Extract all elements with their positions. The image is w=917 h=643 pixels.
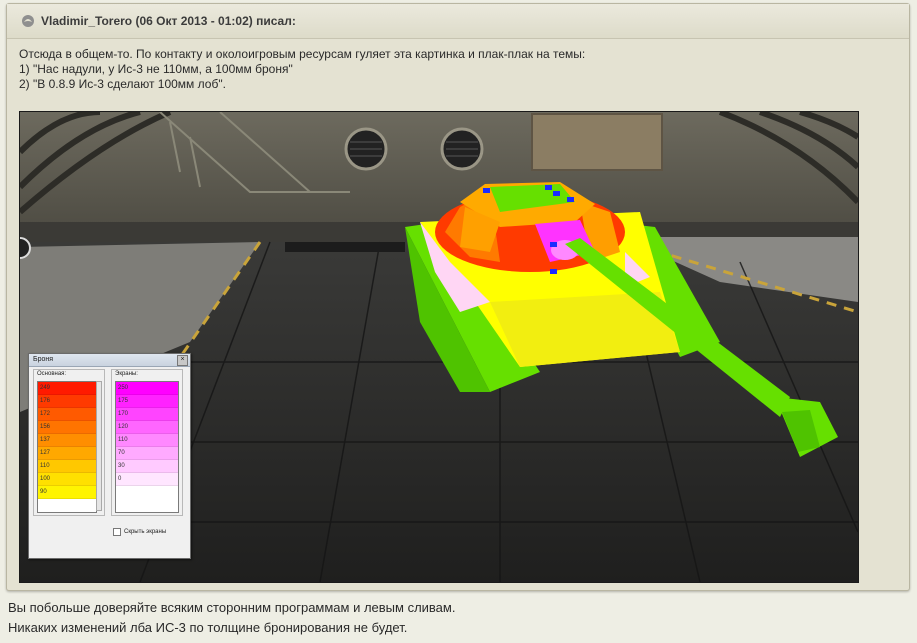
- reply-line: Никаких изменений лба ИС-3 по толщине бр…: [8, 620, 408, 635]
- main-armor-row[interactable]: 172: [38, 408, 96, 421]
- screen-armor-list[interactable]: 250 175 170 120 110 70 30 0: [115, 381, 179, 513]
- quote-icon: [22, 15, 34, 27]
- tank-armor-screenshot: Броня × Основная: 249 176 172 156 137 127 110 1…: [19, 111, 859, 583]
- quote-line: Отсюда в общем-то. По контакту и околоиг…: [19, 47, 586, 61]
- main-armor-row[interactable]: 110: [38, 460, 96, 473]
- screen-armor-row[interactable]: 70: [116, 447, 178, 460]
- quote-header: Vladimir_Torero (06 Окт 2013 - 01:02) пи…: [7, 4, 909, 39]
- quote-author[interactable]: Vladimir_Torero (06 Окт 2013 - 01:02) пи…: [41, 14, 296, 28]
- armor-window: Броня × Основная: 249 176 172 156 137 127 110 1…: [28, 353, 191, 559]
- hide-screens-label: Скрыть экраны: [124, 529, 167, 535]
- screen-armor-row[interactable]: 110: [116, 434, 178, 447]
- main-armor-row[interactable]: 156: [38, 421, 96, 434]
- main-armor-row[interactable]: 137: [38, 434, 96, 447]
- reply-text: Вы побольше доверяйте всяким сторонним п…: [8, 598, 455, 638]
- hide-screens-checkbox[interactable]: Скрыть экраны: [113, 528, 166, 536]
- screen-armor-row[interactable]: 0: [116, 473, 178, 486]
- armor-window-titlebar[interactable]: Броня ×: [29, 354, 190, 367]
- quote-text: Отсюда в общем-то. По контакту и околоиг…: [7, 39, 909, 92]
- quote-block: Vladimir_Torero (06 Окт 2013 - 01:02) пи…: [6, 3, 910, 591]
- screen-armor-row[interactable]: 250: [116, 382, 178, 395]
- main-armor-scrollbar[interactable]: [96, 381, 102, 511]
- quote-line: 1) "Нас надули, у Ис-3 не 110мм, а 100мм…: [19, 62, 293, 76]
- quote-line: 2) "В 0.8.9 Ис-3 сделают 100мм лоб".: [19, 77, 226, 91]
- armor-window-title: Броня: [33, 356, 54, 363]
- screen-armor-row[interactable]: 120: [116, 421, 178, 434]
- main-armor-label: Основная:: [37, 371, 67, 377]
- checkbox-icon[interactable]: [113, 528, 121, 536]
- main-armor-row[interactable]: 100: [38, 473, 96, 486]
- screen-armor-row[interactable]: 30: [116, 460, 178, 473]
- main-armor-row[interactable]: 249: [38, 382, 96, 395]
- screen-armor-row[interactable]: 175: [116, 395, 178, 408]
- main-armor-row[interactable]: 176: [38, 395, 96, 408]
- screen-armor-label: Экраны:: [115, 371, 138, 377]
- close-icon[interactable]: ×: [177, 355, 188, 366]
- main-armor-row[interactable]: 90: [38, 486, 96, 499]
- main-armor-list[interactable]: 249 176 172 156 137 127 110 100 90: [37, 381, 97, 513]
- reply-line: Вы побольше доверяйте всяким сторонним п…: [8, 600, 456, 615]
- main-armor-row[interactable]: 127: [38, 447, 96, 460]
- screen-armor-row[interactable]: 170: [116, 408, 178, 421]
- main-armor-group: Основная: 249 176 172 156 137 127 110 100 90: [33, 369, 105, 516]
- screen-armor-group: Экраны: 250 175 170 120 110 70 30 0: [111, 369, 183, 516]
